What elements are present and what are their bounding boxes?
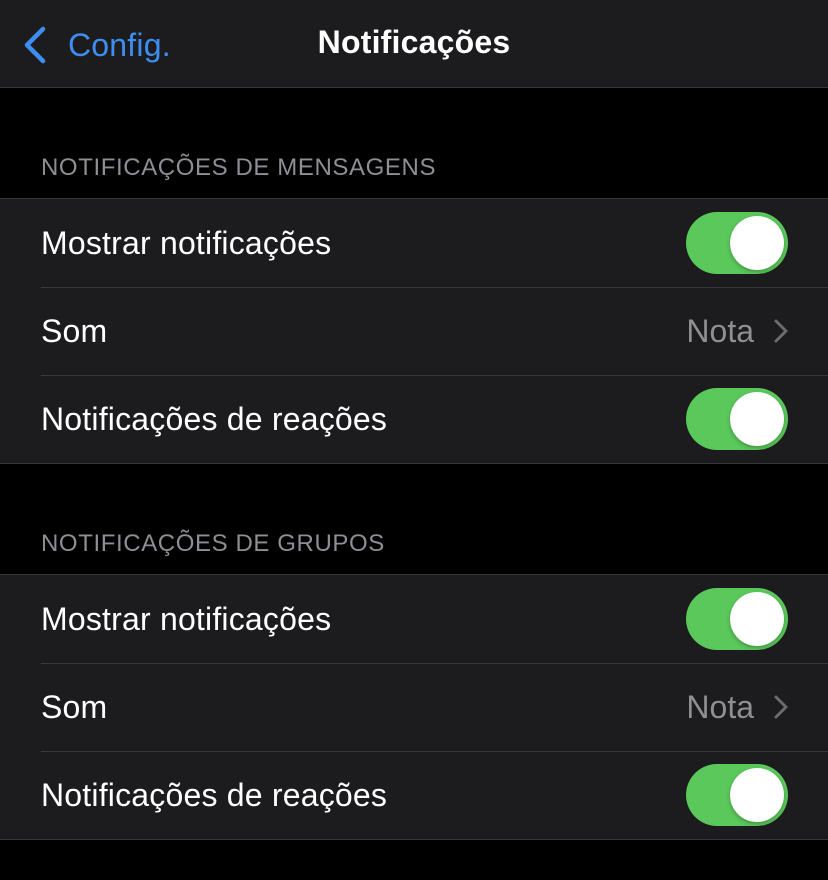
chevron-left-icon (24, 26, 46, 64)
row-label: Notificações de reações (41, 400, 388, 437)
sound-value: Nota (686, 312, 754, 349)
back-button[interactable]: Config. (22, 22, 171, 68)
reaction-notifications-toggle[interactable] (686, 764, 788, 826)
toggle-knob (730, 216, 784, 270)
row-label: Som (41, 688, 108, 725)
toggle-knob (730, 768, 784, 822)
section-header-groups: NOTIFICAÇÕES DE GRUPOS (41, 530, 385, 557)
show-notifications-toggle[interactable] (686, 212, 788, 274)
row-sound[interactable]: Som Nota (0, 663, 828, 751)
row-label: Mostrar notificações (41, 600, 332, 637)
bottom-spacer (0, 840, 828, 880)
show-notifications-toggle[interactable] (686, 588, 788, 650)
row-reaction-notifications: Notificações de reações (0, 751, 828, 839)
sound-value-group: Nota (686, 689, 788, 726)
row-label: Som (41, 312, 108, 349)
section-header-messages: NOTIFICAÇÕES DE MENSAGENS (41, 154, 437, 181)
toggle-knob (730, 392, 784, 446)
row-show-notifications: Mostrar notificações (0, 575, 828, 663)
toggle-knob (730, 592, 784, 646)
chevron-right-icon (774, 319, 788, 343)
row-sound[interactable]: Som Nota (0, 287, 828, 375)
row-reaction-notifications: Notificações de reações (0, 375, 828, 463)
settings-group-messages: Mostrar notificações Som Nota Notificaçõ… (0, 198, 828, 464)
navigation-bar: Config. Notificações (0, 0, 828, 88)
row-label: Notificações de reações (41, 776, 388, 813)
settings-group-groups: Mostrar notificações Som Nota Notificaçõ… (0, 574, 828, 840)
chevron-right-icon (774, 695, 788, 719)
sound-value-group: Nota (686, 313, 788, 350)
sound-value: Nota (686, 688, 754, 725)
back-button-label: Config. (68, 26, 171, 63)
row-label: Mostrar notificações (41, 224, 332, 261)
reaction-notifications-toggle[interactable] (686, 388, 788, 450)
row-show-notifications: Mostrar notificações (0, 199, 828, 287)
